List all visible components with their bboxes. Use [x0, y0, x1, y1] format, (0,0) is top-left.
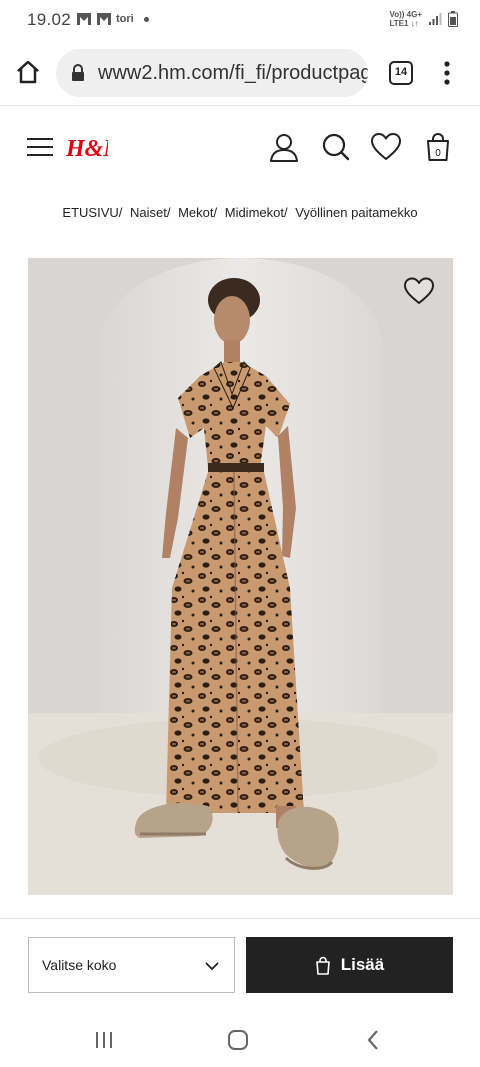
- gmail-icon: [77, 13, 91, 25]
- shopping-bag-icon[interactable]: 0: [422, 131, 454, 163]
- tab-switcher-button[interactable]: 14: [389, 61, 413, 85]
- breadcrumb-item-current: Vyöllinen paitamekko: [295, 205, 418, 220]
- tori-notification: tori: [116, 13, 134, 25]
- favorites-heart-icon[interactable]: [370, 131, 402, 163]
- breadcrumb-item-home[interactable]: ETUSIVU/: [62, 205, 122, 220]
- search-icon[interactable]: [320, 131, 352, 163]
- size-select[interactable]: Valitse koko: [28, 937, 235, 993]
- battery-icon: [448, 11, 458, 27]
- home-icon[interactable]: [14, 58, 42, 86]
- account-icon[interactable]: [268, 131, 300, 163]
- breadcrumb-item-midi-dresses[interactable]: Midimekot/: [225, 205, 288, 220]
- home-nav-icon[interactable]: [226, 1028, 250, 1052]
- menu-hamburger-icon[interactable]: [27, 137, 53, 157]
- url-bar[interactable]: www2.hm.com/fi_fi/productpage: [56, 49, 368, 97]
- svg-text:0: 0: [435, 148, 441, 159]
- site-header: H&M 0: [0, 107, 480, 187]
- lock-icon: [72, 64, 84, 81]
- android-navigation-bar: [0, 1012, 480, 1067]
- bag-icon: [315, 956, 330, 975]
- status-indicators: Vo)) 4G+ LTE1 ↓↑: [389, 10, 458, 28]
- breadcrumb-item-dresses[interactable]: Mekot/: [178, 205, 217, 220]
- add-to-favorites-heart-icon[interactable]: [403, 276, 435, 306]
- add-to-bag-button[interactable]: Lisää: [246, 937, 453, 993]
- product-photo: [28, 258, 453, 895]
- recent-apps-icon[interactable]: [92, 1028, 116, 1052]
- url-text: www2.hm.com/fi_fi/productpage: [98, 62, 368, 84]
- breadcrumb-item-women[interactable]: Naiset/: [130, 205, 170, 220]
- breadcrumb: ETUSIVU/ Naiset/ Mekot/ Midimekot/ Vyöll…: [0, 205, 480, 220]
- signal-icon: [429, 13, 442, 25]
- hm-logo[interactable]: H&M: [66, 131, 108, 163]
- gmail-icon: [97, 13, 111, 25]
- product-image[interactable]: [28, 258, 453, 895]
- purchase-bar: Valitse koko Lisää: [0, 918, 480, 1010]
- status-time: 19.02: [27, 10, 72, 29]
- browser-toolbar: www2.hm.com/fi_fi/productpage 14: [0, 40, 480, 106]
- chevron-down-icon: [205, 962, 219, 971]
- more-notifications-dot: [144, 17, 149, 22]
- add-to-bag-label: Lisää: [340, 955, 385, 974]
- back-nav-icon[interactable]: [362, 1028, 386, 1052]
- status-bar: 19.02 tori Vo)) 4G+ LTE1 ↓↑: [0, 0, 480, 40]
- more-options-icon[interactable]: [438, 58, 456, 88]
- svg-text:H&M: H&M: [66, 136, 108, 162]
- network-indicator: Vo)) 4G+ LTE1 ↓↑: [389, 10, 422, 28]
- size-select-label: Valitse koko: [42, 957, 117, 973]
